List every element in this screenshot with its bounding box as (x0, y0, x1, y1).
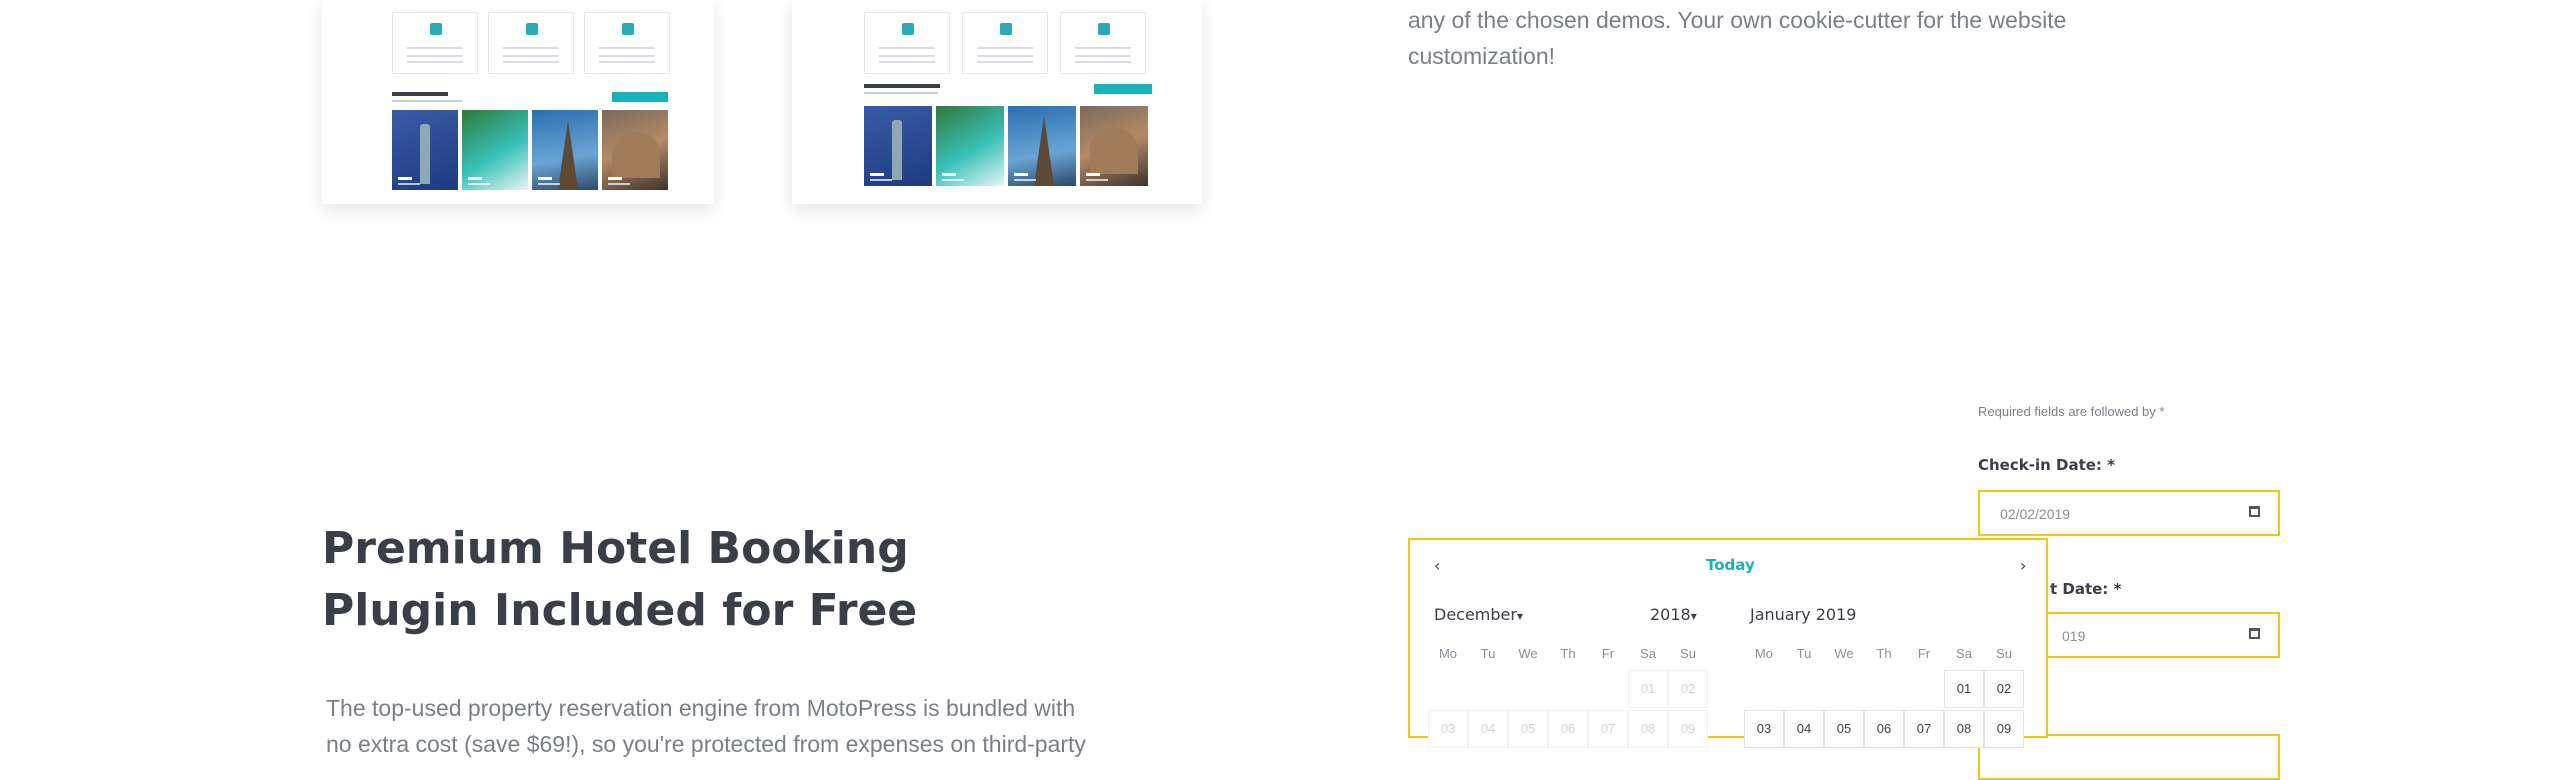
calendar-day-disabled: 07 (1588, 710, 1628, 748)
weekday-header: Th (1560, 646, 1576, 661)
destination-tile[interactable] (392, 110, 458, 190)
prev-month-arrow[interactable]: ‹ (1434, 556, 1440, 575)
demo-preview-2[interactable] (792, 0, 1202, 204)
destination-tile[interactable] (864, 106, 932, 186)
cta-button[interactable] (1094, 84, 1152, 94)
calendar-icon[interactable] (2249, 506, 2260, 517)
calendar-day[interactable]: 02 (1984, 670, 2024, 708)
section-title (392, 92, 448, 96)
chevron-down-icon: ▾ (1690, 609, 1697, 623)
feature-card (488, 12, 574, 74)
heading-line: Plugin Included for Free (322, 585, 918, 636)
paragraph-line: no extra cost (save $69!), so you're pro… (326, 731, 1086, 757)
section-title (864, 84, 940, 88)
calendar-day-disabled: 08 (1628, 710, 1668, 748)
weekday-header: Tu (1796, 646, 1812, 661)
required-note: Required fields are followed by * (1978, 404, 2164, 419)
weekday-header: Sa (1640, 646, 1656, 661)
calendar-day-disabled: 02 (1668, 670, 1708, 708)
feature-card (962, 12, 1048, 74)
paragraph-line: The top-used property reservation engine… (326, 695, 1076, 721)
calendar-day[interactable]: 01 (1944, 670, 1984, 708)
calendar-day-disabled: 06 (1548, 710, 1588, 748)
destination-tile[interactable] (532, 110, 598, 190)
next-month-arrow[interactable]: › (2020, 556, 2026, 575)
weekday-header: Su (1680, 646, 1696, 661)
destination-tile[interactable] (1080, 106, 1148, 186)
checkout-label: t Date: * (2050, 580, 2122, 598)
weekday-header: Th (1876, 646, 1892, 661)
weekday-header: Sa (1956, 646, 1972, 661)
chevron-down-icon: ▾ (1516, 609, 1523, 623)
month-select[interactable]: December▾ (1434, 605, 1523, 624)
plane-icon (622, 23, 634, 35)
checkin-label: Check-in Date: * (1978, 456, 2115, 474)
section-heading: Premium Hotel Booking Plugin Included fo… (322, 518, 1022, 642)
calendar-icon[interactable] (2249, 628, 2260, 639)
feature-card (864, 12, 950, 74)
calendar-day-disabled: 05 (1508, 710, 1548, 748)
weekday-header: Mo (1754, 646, 1774, 661)
weekday-header: We (1518, 646, 1538, 661)
document-icon (1000, 23, 1012, 35)
required-note-text: Required fields are followed by (1978, 404, 2156, 419)
house-icon (430, 23, 442, 35)
calendar-day-disabled: 03 (1428, 710, 1468, 748)
destination-tile[interactable] (462, 110, 528, 190)
checkin-date-input[interactable]: 02/02/2019 (1978, 490, 2280, 536)
cta-button[interactable] (612, 92, 668, 102)
calendar-day-disabled: 09 (1668, 710, 1708, 748)
feature-card (584, 12, 670, 74)
right-month-title: January 2019 (1750, 605, 1857, 624)
intro-paragraph: any of the chosen demos. Your own cookie… (1408, 2, 2128, 74)
plane-icon (1098, 23, 1110, 35)
document-icon (526, 23, 538, 35)
feature-card (1060, 12, 1146, 74)
datepicker-popup: ‹ Today › December▾ 2018▾ January 2019 M… (1408, 538, 2048, 748)
calendar-day[interactable]: 08 (1944, 710, 1984, 748)
calendar-day[interactable]: 07 (1904, 710, 1944, 748)
weekday-header: Fr (1601, 646, 1615, 661)
weekday-header: Tu (1480, 646, 1496, 661)
intro-line: customization! (1408, 43, 1556, 69)
heading-line: Premium Hotel Booking (322, 523, 909, 574)
checkout-date-value: 019 (2062, 628, 2086, 644)
destination-tile[interactable] (1008, 106, 1076, 186)
required-mark: * (2159, 404, 2165, 419)
calendar-day[interactable]: 03 (1744, 710, 1784, 748)
calendar-day[interactable]: 09 (1984, 710, 2024, 748)
destination-tile[interactable] (602, 110, 668, 190)
year-select[interactable]: 2018▾ (1650, 605, 1697, 624)
weekday-header: We (1834, 646, 1854, 661)
section-subtitle (864, 92, 938, 94)
calendar-day-disabled: 04 (1468, 710, 1508, 748)
month-select-value: December (1434, 605, 1517, 624)
year-select-value: 2018 (1650, 605, 1691, 624)
today-button[interactable]: Today (1706, 556, 1755, 574)
calendar-day-disabled: 01 (1628, 670, 1668, 708)
calendar-day[interactable]: 06 (1864, 710, 1904, 748)
feature-card (392, 12, 478, 74)
weekday-header: Mo (1438, 646, 1458, 661)
checkin-date-value: 02/02/2019 (2000, 506, 2071, 522)
calendar-day[interactable]: 05 (1824, 710, 1864, 748)
weekday-header: Fr (1917, 646, 1931, 661)
destination-tile[interactable] (936, 106, 1004, 186)
section-subtitle (392, 100, 462, 102)
feature-paragraph: The top-used property reservation engine… (326, 690, 1106, 762)
intro-line: any of the chosen demos. Your own cookie… (1408, 7, 2067, 33)
demo-preview-1[interactable] (322, 0, 714, 204)
weekday-header: Su (1996, 646, 2012, 661)
house-icon (902, 23, 914, 35)
calendar-day[interactable]: 04 (1784, 710, 1824, 748)
